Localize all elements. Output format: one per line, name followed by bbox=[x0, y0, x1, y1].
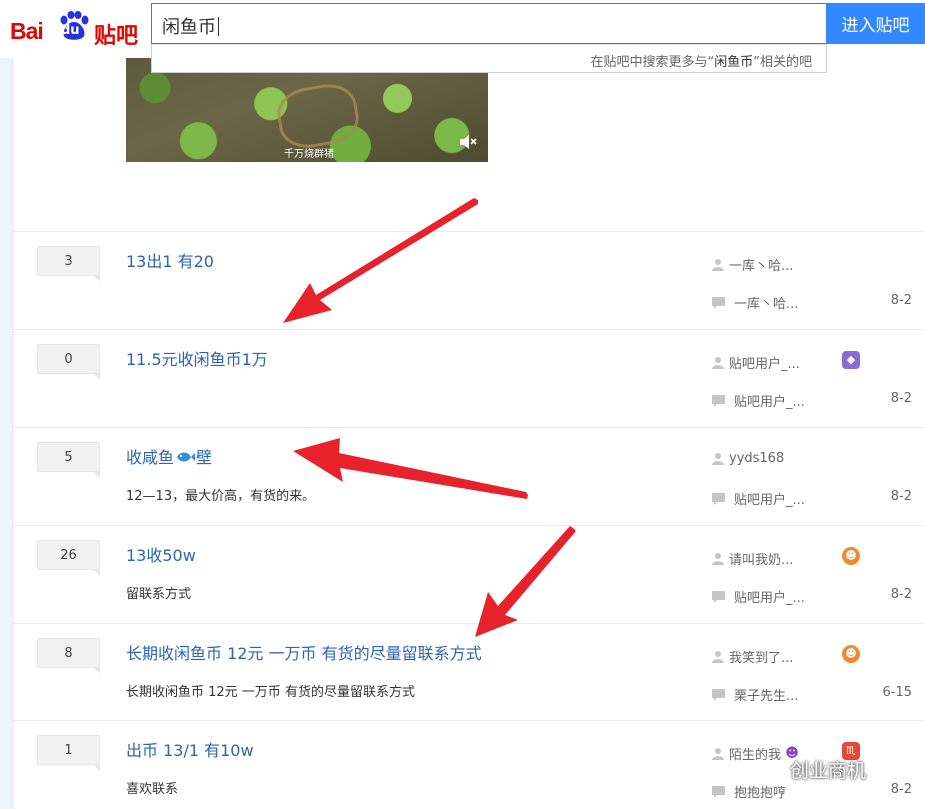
thread-row: 0 11.5元收闲鱼币1万 贴吧用户_... ◆ 贴吧用户_... 8-2 bbox=[13, 329, 925, 427]
thread-author[interactable]: 贴吧用户_... bbox=[712, 353, 800, 372]
thread-row: 26 13收50w 留联系方式 请叫我奶... ☻ 贴吧用户_... 8-2 bbox=[13, 525, 925, 623]
thread-abstract: 喜欢联系 bbox=[126, 782, 179, 797]
reply-count: 8 bbox=[37, 638, 100, 674]
last-reply-name: 抱抱抱哼 bbox=[734, 786, 787, 801]
thread-title[interactable]: 出币 13/1 有10w bbox=[126, 737, 254, 761]
comment-icon bbox=[712, 590, 725, 603]
comment-icon bbox=[712, 394, 725, 407]
thread-author[interactable]: 请叫我奶... bbox=[712, 549, 793, 568]
mute-icon[interactable] bbox=[458, 133, 478, 151]
last-reply-name: 栗子先生... bbox=[734, 689, 799, 704]
watermark-text: 创业商机 bbox=[790, 760, 867, 782]
last-reply[interactable]: 抱抱抱哼 bbox=[712, 782, 786, 801]
logo-tieba: 贴吧 bbox=[94, 24, 139, 49]
last-reply-name: 贴吧用户_... bbox=[734, 395, 805, 410]
thread-date: 8-2 bbox=[890, 293, 912, 308]
wechat-icon bbox=[758, 759, 784, 780]
thread-row: 8 长期收闲鱼币 12元 一万币 有货的尽量留联系方式 长期收闲鱼币 12元 一… bbox=[13, 623, 925, 721]
author-name: 请叫我奶... bbox=[729, 553, 794, 568]
left-strip bbox=[0, 0, 13, 809]
last-reply[interactable]: 贴吧用户_... bbox=[712, 489, 805, 508]
author-name: 一库丶哈... bbox=[729, 259, 794, 274]
fish-icon bbox=[177, 452, 196, 462]
comment-icon bbox=[712, 492, 725, 505]
video-caption: 千万烧群猪 bbox=[284, 149, 334, 160]
thread-title[interactable]: 11.5元收闲鱼币1万 bbox=[126, 346, 268, 370]
thread-author[interactable]: 一库丶哈... bbox=[712, 255, 793, 274]
author-name: 贴吧用户_... bbox=[729, 357, 800, 372]
search-suggestion[interactable]: 在贴吧中搜索更多与“闲鱼币”相关的吧 bbox=[151, 44, 827, 73]
reply-count: 1 bbox=[37, 735, 100, 771]
thread-abstract: 长期收闲鱼币 12元 一万币 有货的尽量留联系方式 bbox=[126, 685, 415, 700]
comment-icon bbox=[712, 296, 725, 309]
watermark: 创业商机 bbox=[758, 756, 866, 783]
video-scene bbox=[273, 79, 363, 153]
thread-title[interactable]: 收咸鱼壁 bbox=[126, 444, 212, 468]
last-reply-name: 贴吧用户_... bbox=[734, 591, 805, 606]
enter-tieba-button[interactable]: 进入贴吧 bbox=[826, 3, 925, 44]
user-icon bbox=[712, 651, 724, 663]
user-icon bbox=[712, 453, 724, 465]
thread-title[interactable]: 13出1 有20 bbox=[126, 248, 214, 272]
thread-abstract: 留联系方式 bbox=[126, 587, 192, 602]
thread-title[interactable]: 13收50w bbox=[126, 542, 196, 566]
thread-date: 8-2 bbox=[890, 587, 912, 602]
thread-date: 8-2 bbox=[890, 391, 912, 406]
reply-count: 26 bbox=[37, 540, 100, 576]
search-box[interactable]: 闲鱼币 bbox=[151, 3, 827, 44]
thread-author[interactable]: 我笑到了... bbox=[712, 647, 793, 666]
last-reply[interactable]: 栗子先生... bbox=[712, 685, 798, 704]
suggestion-text: 在贴吧中搜索更多与“闲鱼币”相关的吧 bbox=[590, 55, 812, 70]
thread-date: 8-2 bbox=[890, 489, 912, 504]
comment-icon bbox=[712, 688, 725, 701]
author-name: yyds168 bbox=[729, 451, 785, 466]
thread-row: 5 收咸鱼壁 12—13，最大价高，有货的来。 yyds168 贴吧用户_...… bbox=[13, 427, 925, 525]
gem-badge-icon: ◆ bbox=[842, 351, 860, 369]
text-caret bbox=[218, 17, 219, 36]
logo-bai: Bai bbox=[10, 18, 44, 44]
level-badge-icon: ☻ bbox=[842, 645, 860, 663]
level-badge-icon: ☻ bbox=[842, 547, 860, 565]
thread-date: 8-2 bbox=[890, 782, 912, 797]
last-reply-name: 贴吧用户_... bbox=[734, 493, 805, 508]
tieba-search-page: Bai du 贴吧 闲鱼币 进入贴吧 在贴吧中搜索更多与“闲鱼币”相关的吧 千万… bbox=[0, 0, 925, 809]
logo-du: du bbox=[61, 23, 80, 38]
thread-date: 6-15 bbox=[882, 685, 912, 700]
thread-row: 3 13出1 有20 一库丶哈... 一库丶哈... 8-2 bbox=[13, 231, 925, 329]
thread-author[interactable]: yyds168 bbox=[712, 451, 784, 466]
last-reply[interactable]: 一库丶哈... bbox=[712, 293, 798, 312]
user-icon bbox=[712, 259, 724, 271]
reply-count: 5 bbox=[37, 442, 100, 478]
user-icon bbox=[712, 357, 724, 369]
baidu-tieba-logo[interactable]: Bai du 贴吧 bbox=[10, 8, 140, 49]
last-reply[interactable]: 贴吧用户_... bbox=[712, 391, 805, 410]
last-reply-name: 一库丶哈... bbox=[734, 297, 799, 312]
reply-count: 3 bbox=[37, 246, 100, 282]
last-reply[interactable]: 贴吧用户_... bbox=[712, 587, 805, 606]
thread-abstract: 12—13，最大价高，有货的来。 bbox=[126, 489, 316, 504]
author-name: 我笑到了... bbox=[729, 651, 794, 666]
user-icon bbox=[712, 748, 724, 760]
thread-title[interactable]: 长期收闲鱼币 12元 一万币 有货的尽量留联系方式 bbox=[126, 640, 482, 664]
comment-icon bbox=[712, 785, 725, 798]
reply-count: 0 bbox=[37, 344, 100, 380]
user-icon bbox=[712, 553, 724, 565]
search-input[interactable]: 闲鱼币 bbox=[162, 13, 219, 39]
